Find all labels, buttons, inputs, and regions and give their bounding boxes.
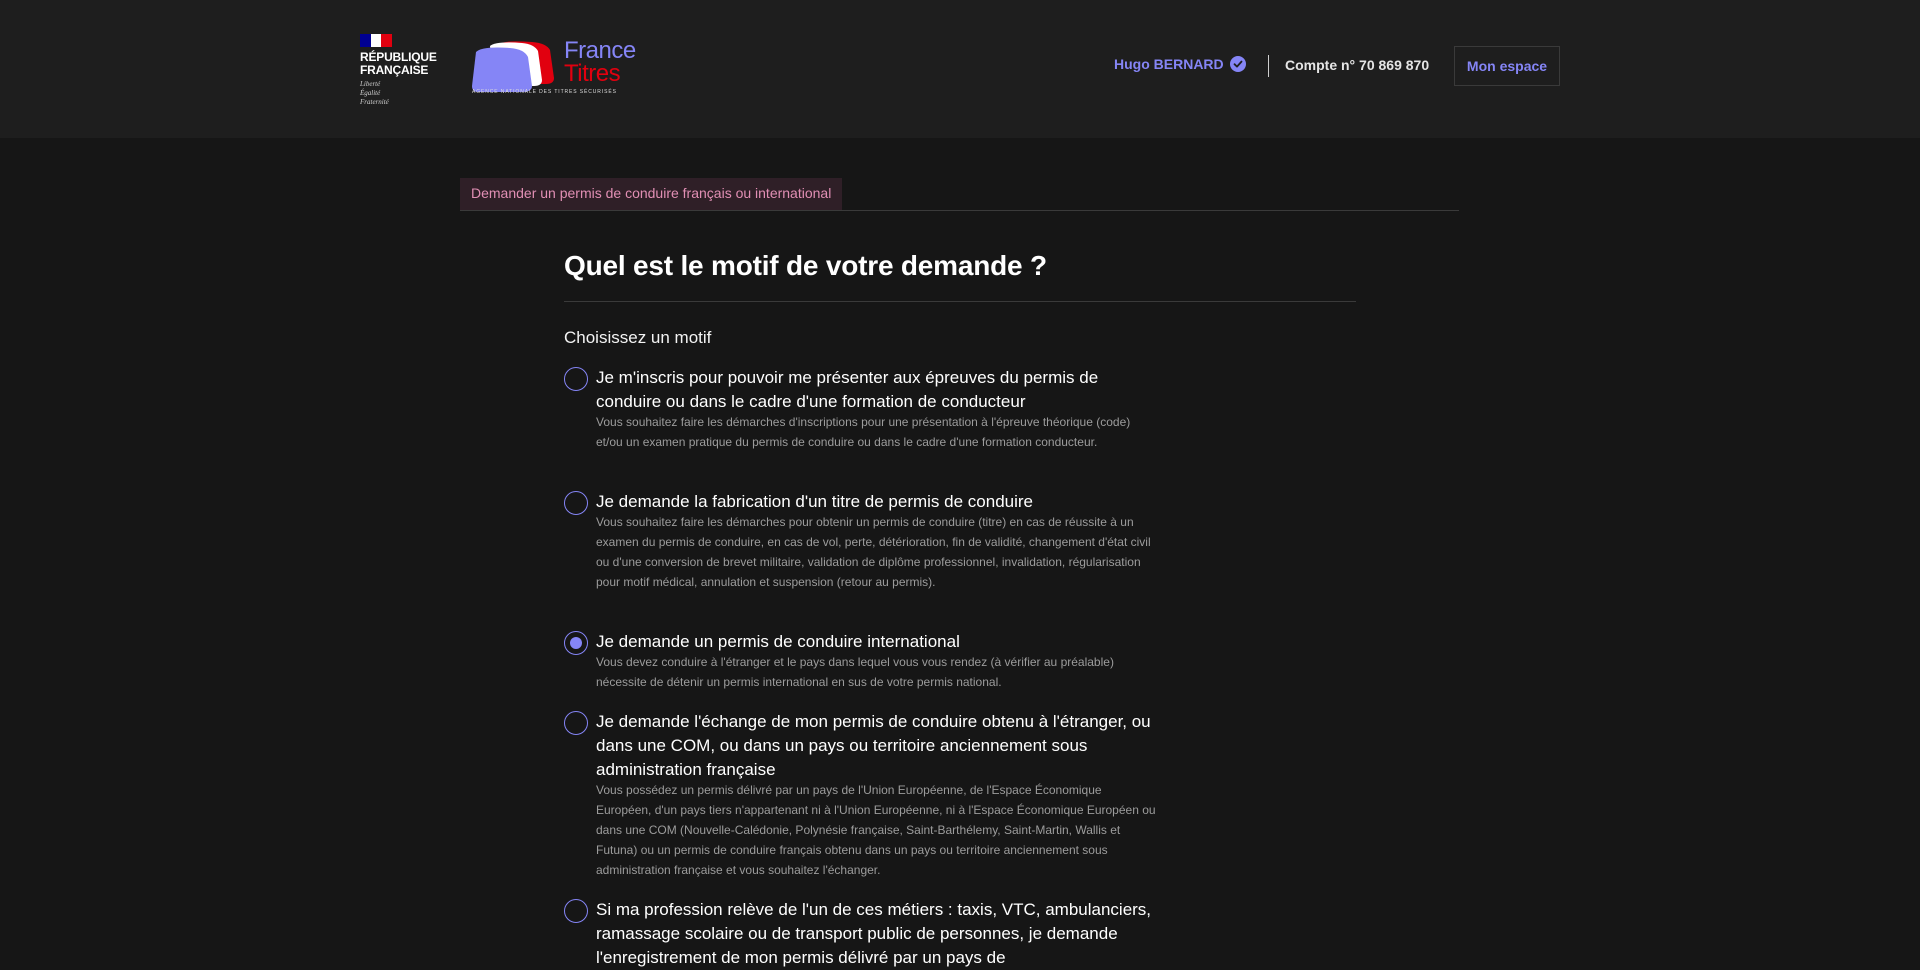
user-profile-link[interactable]: Hugo BERNARD — [1114, 56, 1246, 72]
fieldset-legend: Choisissez un motif — [564, 328, 712, 347]
radio-option-hint: Vous possédez un permis délivré par un p… — [596, 783, 1156, 877]
radio-option-hint: Vous devez conduire à l'étranger et le p… — [596, 655, 1114, 689]
radio-button[interactable] — [564, 491, 588, 515]
france-titres-name: France Titres — [564, 37, 636, 87]
marianne-flag-icon — [360, 34, 393, 47]
title-divider — [564, 301, 1356, 302]
brand-line2: Titres — [564, 60, 621, 87]
radio-option-hint: Vous souhaitez faire les démarches d'ins… — [596, 415, 1131, 449]
header-separator — [1268, 55, 1269, 77]
radio-button-checked[interactable] — [564, 631, 588, 655]
check-badge-icon — [1229, 56, 1246, 72]
radio-button[interactable] — [564, 711, 588, 735]
page-title: Quel est le motif de votre demande ? — [564, 250, 1047, 281]
breadcrumb-tag[interactable]: Demander un permis de conduire français … — [460, 178, 843, 210]
radio-option-label[interactable]: Je demande un permis de conduire interna… — [596, 630, 1156, 654]
mon-espace-button[interactable]: Mon espace — [1454, 46, 1560, 86]
user-name: Hugo BERNARD — [1114, 56, 1224, 72]
radio-option-label[interactable]: Je m'inscris pour pouvoir me présenter a… — [596, 366, 1156, 414]
radio-option-hint: Vous souhaitez faire les démarches pour … — [596, 515, 1151, 589]
radio-button[interactable] — [564, 367, 588, 391]
radio-button[interactable] — [564, 899, 588, 923]
republique-motto: Liberté Égalité Fraternité — [360, 80, 389, 107]
radio-option-label[interactable]: Si ma profession relève de l'un de ces m… — [596, 898, 1156, 970]
account-number: Compte n° 70 869 870 — [1285, 57, 1430, 73]
france-titres-logo[interactable]: France Titres AGENCE NATIONALE DES TITRE… — [470, 37, 650, 102]
republique-francaise-text: RÉPUBLIQUE FRANÇAISE — [360, 51, 437, 77]
radio-option-label[interactable]: Je demande l'échange de mon permis de co… — [596, 710, 1156, 782]
republique-francaise-logo[interactable]: RÉPUBLIQUE FRANÇAISE Liberté Égalité Fra… — [360, 34, 450, 106]
motto-egalite: Égalité — [360, 89, 381, 97]
agency-name: AGENCE NATIONALE DES TITRES SÉCURISÉS — [472, 89, 617, 95]
breadcrumb: Demander un permis de conduire français … — [460, 178, 1459, 211]
republique-line2: FRANÇAISE — [360, 63, 429, 77]
radio-option-label[interactable]: Je demande la fabrication d'un titre de … — [596, 490, 1156, 514]
site-header: RÉPUBLIQUE FRANÇAISE Liberté Égalité Fra… — [0, 0, 1920, 138]
motto-liberte: Liberté — [360, 80, 381, 88]
brand-line1: France — [564, 37, 636, 64]
motto-fraternite: Fraternité — [360, 98, 389, 106]
